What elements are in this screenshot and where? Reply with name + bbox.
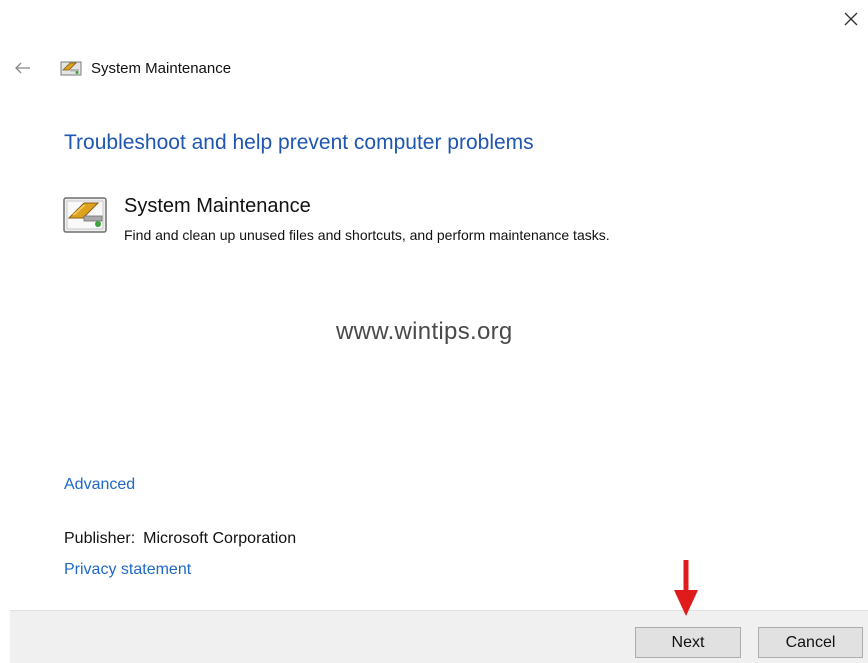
system-maintenance-icon <box>63 197 107 233</box>
tool-description: Find and clean up unused files and short… <box>124 227 610 243</box>
next-button[interactable]: Next <box>635 627 741 658</box>
red-arrow-annotation <box>674 560 698 616</box>
publisher-line: Publisher: Microsoft Corporation <box>64 530 296 548</box>
publisher-value: Microsoft Corporation <box>143 530 297 547</box>
advanced-link[interactable]: Advanced <box>64 476 135 494</box>
close-icon <box>844 12 858 26</box>
tool-name[interactable]: System Maintenance <box>124 195 311 218</box>
back-button[interactable] <box>12 57 34 79</box>
privacy-statement-link[interactable]: Privacy statement <box>64 561 191 579</box>
title-bar: System Maintenance <box>12 54 231 82</box>
cancel-button[interactable]: Cancel <box>758 627 863 658</box>
page-heading: Troubleshoot and help prevent computer p… <box>64 131 534 154</box>
window-title: System Maintenance <box>91 59 232 77</box>
watermark-text: www.wintips.org <box>336 318 513 345</box>
button-footer: Next Cancel <box>10 610 868 663</box>
system-maintenance-icon <box>60 61 82 76</box>
back-arrow-icon <box>15 62 30 74</box>
publisher-label: Publisher: <box>64 530 136 547</box>
close-button[interactable] <box>838 6 864 32</box>
